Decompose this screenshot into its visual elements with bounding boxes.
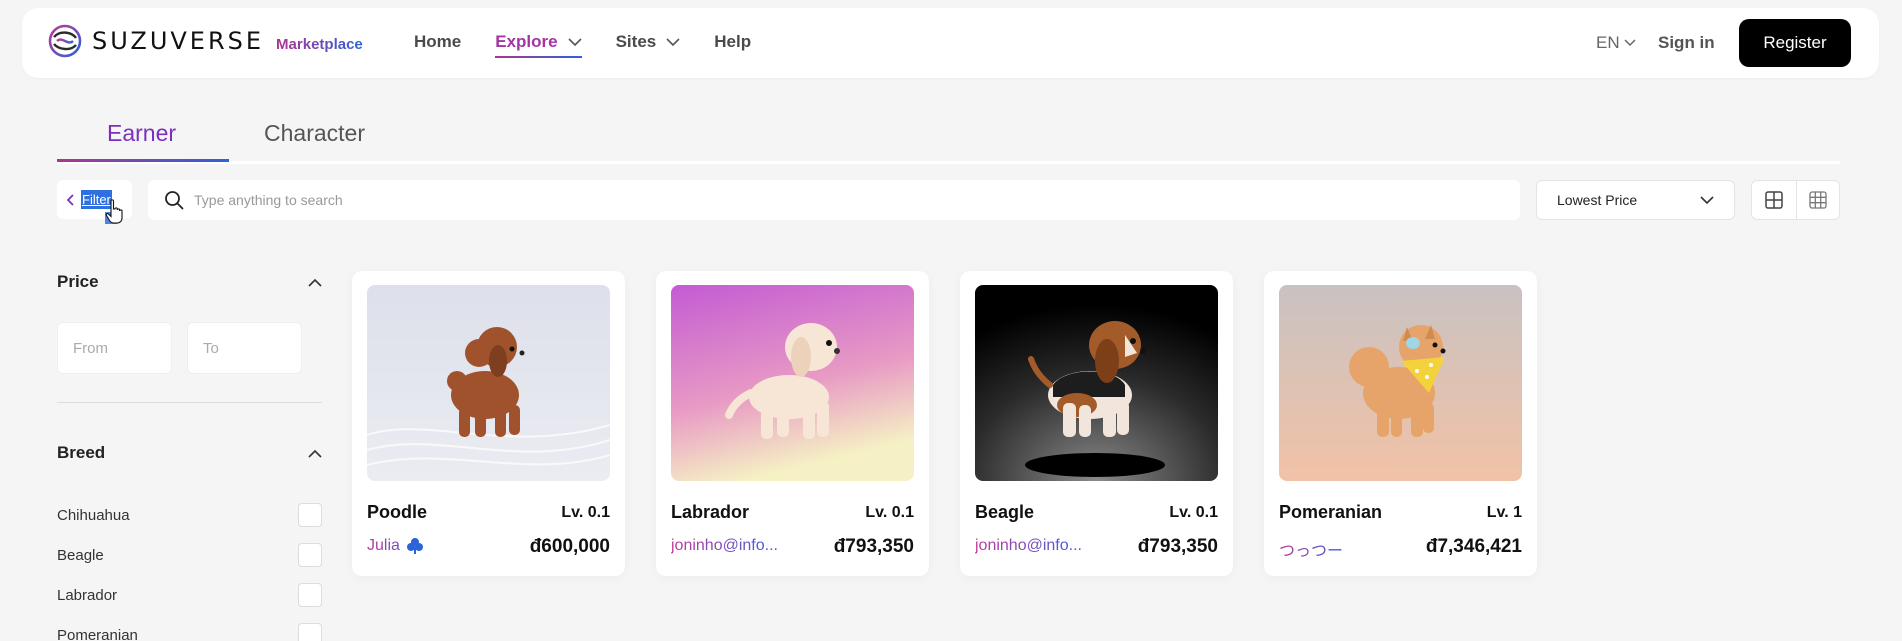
small-grid-icon [1809,191,1827,209]
sort-select[interactable]: Lowest Price [1536,180,1735,220]
owner-name: Julia [367,537,400,554]
tab-character[interactable]: Character [264,120,365,147]
nft-card-beagle[interactable]: Beagle Lv. 0.1 joninho@info... đ793,350 [960,271,1233,576]
price-title: Price [57,272,99,291]
breed-option-pomeranian[interactable]: Pomeranian [57,615,322,641]
nft-card-pomeranian[interactable]: Pomeranian Lv. 1 つっつー đ7,346,421 [1264,271,1537,576]
nav-explore-label: Explore [495,32,558,51]
sort-value: Lowest Price [1557,192,1638,208]
chevron-down-icon [666,37,680,46]
nav-sites-label: Sites [615,32,657,51]
owner-name: joninho@info... [975,537,1082,554]
nav-home[interactable]: Home [414,32,461,52]
card-name: Pomeranian [1279,502,1383,522]
hand-cursor-icon [105,199,123,224]
price-range [57,322,322,374]
large-grid-view-button[interactable] [1752,181,1796,219]
breed-option-labrador[interactable]: Labrador [57,575,322,615]
price-section-header[interactable]: Price [57,270,322,294]
card-owner[interactable]: joninho@info... [671,537,778,555]
card-level: Lv. 1 [1486,504,1522,521]
nav-explore[interactable]: Explore [495,32,582,58]
brand-name: SUZUVERSE [92,27,265,55]
price-to-input[interactable] [187,322,302,374]
main-nav: Home Explore Sites Help [414,32,785,58]
card-level: Lv. 0.1 [1169,504,1218,521]
owner-name: つっつー [1279,543,1344,560]
breed-checkbox[interactable] [298,583,322,607]
card-price: đ600,000 [529,536,610,557]
card-image [1279,285,1522,481]
poodle-image [367,285,610,481]
nav-sites[interactable]: Sites [616,32,681,52]
card-owner[interactable]: Julia [367,537,424,555]
breed-checkbox[interactable] [298,543,322,567]
labrador-image [671,285,914,481]
breed-label: Beagle [57,546,104,564]
divider [57,402,322,403]
nft-card-labrador[interactable]: Labrador Lv. 0.1 joninho@info... đ793,35… [656,271,929,576]
top-navbar: SUZUVERSE Marketplace Home Explore Sites… [22,8,1879,78]
breed-option-beagle[interactable]: Beagle [57,535,322,575]
card-name: Poodle [367,502,428,522]
search-bar [148,180,1520,220]
search-icon [165,191,184,210]
card-level: Lv. 0.1 [561,504,610,521]
sign-in-link[interactable]: Sign in [1658,33,1715,53]
club-icon [406,538,423,554]
card-name: Labrador [671,502,750,522]
chevron-down-icon [1700,195,1714,204]
breed-list: Chihuahua Beagle Labrador Pomeranian [57,495,322,641]
owner-name: joninho@info... [671,537,778,554]
chevron-down-icon [568,37,582,46]
register-button[interactable]: Register [1739,19,1851,67]
chevron-left-icon [67,193,74,206]
card-image [975,285,1218,481]
breed-option-chihuahua[interactable]: Chihuahua [57,495,322,535]
search-input[interactable] [194,192,794,208]
chevron-up-icon [308,278,322,287]
chevron-up-icon [308,449,322,458]
nav-help[interactable]: Help [714,32,751,52]
breed-label: Labrador [57,586,118,604]
card-price: đ7,346,421 [1425,536,1522,557]
tab-earner[interactable]: Earner [107,120,176,147]
breed-section-header[interactable]: Breed [57,441,322,465]
breed-title: Breed [57,443,106,462]
card-price: đ793,350 [1137,536,1218,557]
small-grid-view-button[interactable] [1795,181,1840,219]
brand-subtitle: Marketplace [276,35,363,53]
card-name: Beagle [975,502,1035,522]
breed-label: Pomeranian [57,626,138,641]
large-grid-icon [1765,191,1783,209]
card-owner[interactable]: つっつー [1279,537,1343,561]
card-image [367,285,610,481]
card-price: đ793,350 [833,536,914,557]
breed-label: Chihuahua [57,506,130,524]
nft-card-poodle[interactable]: Poodle Lv. 0.1 Julia đ600,000 [352,271,625,576]
nav-home-label: Home [414,32,462,51]
beagle-image [975,285,1218,481]
card-owner[interactable]: joninho@info... [975,537,1082,555]
active-tab-indicator [57,159,229,162]
chevron-down-icon [1624,39,1636,47]
logo-mark-icon [48,24,82,58]
language-selector[interactable]: EN [1596,33,1636,53]
nav-help-label: Help [714,32,752,51]
card-level: Lv. 0.1 [865,504,914,521]
language-label: EN [1596,33,1620,52]
breed-checkbox[interactable] [298,623,322,641]
card-image [671,285,914,481]
price-from-input[interactable] [57,322,172,374]
view-mode-toggle [1751,180,1840,220]
filter-sidebar: Price Breed Chihuahua Beagle Labrador Po… [57,270,322,641]
brand-logo[interactable]: SUZUVERSE Marketplace [48,24,363,58]
category-tabs: Earner Character [57,108,1840,164]
pomeranian-image [1279,285,1522,481]
breed-checkbox[interactable] [298,503,322,527]
